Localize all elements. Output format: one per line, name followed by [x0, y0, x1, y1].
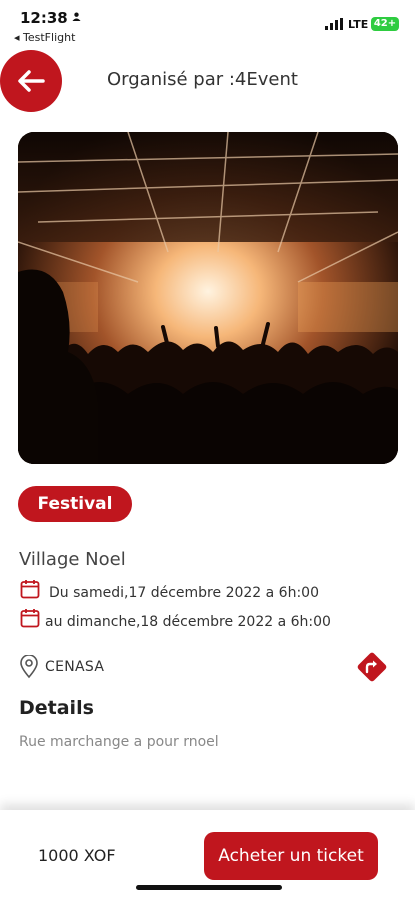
- page-title: Organisé par :4Event: [107, 69, 298, 90]
- location-pin-icon: [20, 655, 38, 679]
- ticket-price: 1000 XOF: [38, 846, 116, 865]
- person-icon: [72, 12, 81, 21]
- buy-ticket-button[interactable]: Acheter un ticket: [204, 832, 378, 880]
- directions-icon[interactable]: [356, 651, 388, 683]
- category-badge: Festival: [18, 486, 132, 522]
- testflight-back-link[interactable]: ◂ TestFlight: [14, 31, 75, 44]
- calendar-icon: [20, 580, 40, 599]
- home-indicator[interactable]: [136, 885, 282, 890]
- signal-icon: [325, 18, 343, 30]
- status-time: 12:38: [20, 9, 68, 27]
- event-image: [18, 132, 398, 464]
- back-button[interactable]: [0, 50, 62, 112]
- calendar-icon: [20, 609, 40, 628]
- event-title: Village Noel: [19, 549, 126, 570]
- start-date: Du samedi,17 décembre 2022 a 6h:00: [49, 585, 319, 601]
- end-date: au dimanche,18 décembre 2022 a 6h:00: [45, 614, 331, 630]
- battery-indicator: 42+: [371, 17, 399, 31]
- arrow-left-icon: [18, 70, 45, 92]
- location-name: CENASA: [45, 659, 105, 675]
- details-text: Rue marchange a pour rnoel: [19, 734, 219, 750]
- network-type: LTE: [348, 18, 369, 31]
- details-heading: Details: [19, 697, 94, 719]
